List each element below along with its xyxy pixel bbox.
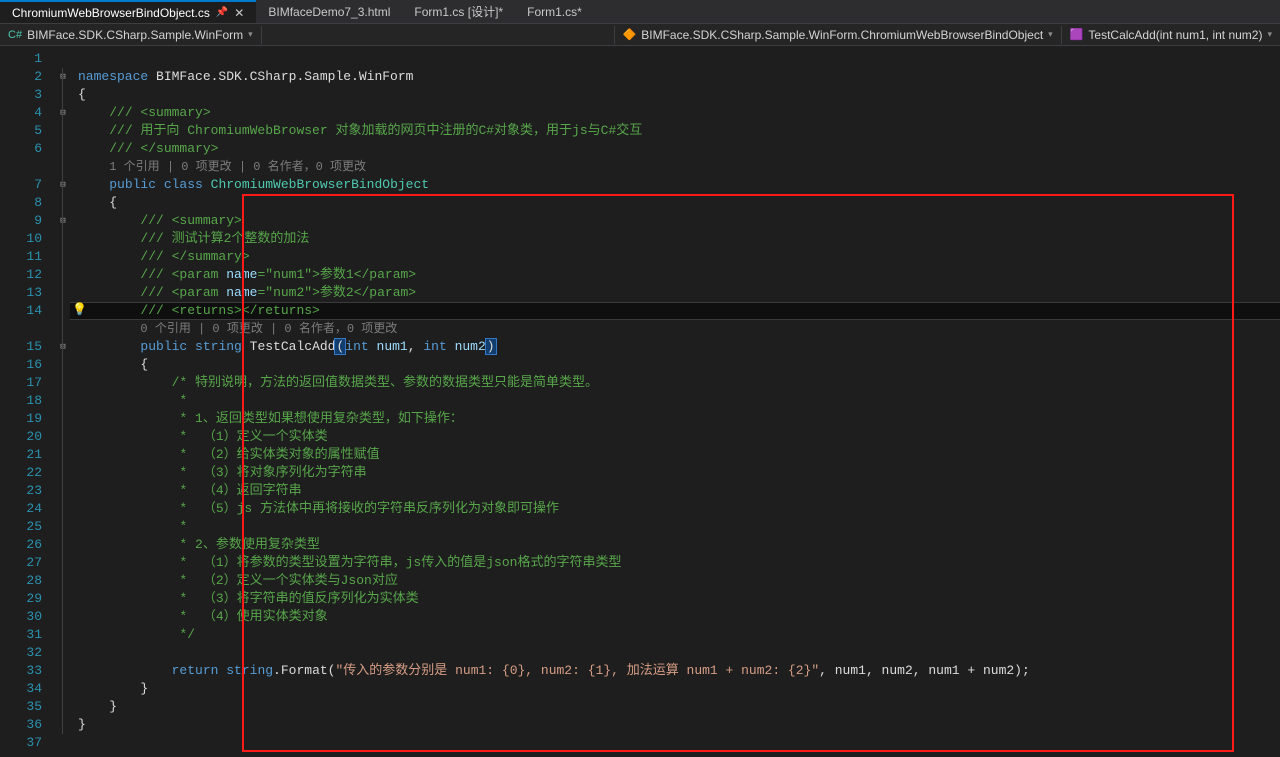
nav-label: BIMFace.SDK.CSharp.Sample.WinForm.Chromi…: [641, 28, 1043, 42]
nav-label: BIMFace.SDK.CSharp.Sample.WinForm: [27, 28, 243, 42]
close-icon[interactable]: ✕: [234, 6, 244, 20]
codelens[interactable]: 0 个引用 | 0 项更改 | 0 名作者，0 项更改: [140, 322, 397, 336]
nav-method[interactable]: 🟪 TestCalcAdd(int num1, int num2) ▾: [1061, 26, 1280, 44]
method-icon: 🟪: [1070, 28, 1084, 41]
chevron-down-icon: ▾: [248, 29, 253, 40]
tab-file-2[interactable]: BIMfaceDemo7_3.html: [256, 0, 402, 23]
chevron-down-icon: ▾: [1048, 29, 1053, 40]
chevron-down-icon: ▾: [1267, 29, 1272, 40]
code-editor[interactable]: 💡 123 456 78 91011 121314 1516 171819 20…: [0, 46, 1280, 757]
fold-icon[interactable]: ⊟: [56, 212, 70, 230]
codelens[interactable]: 1 个引用 | 0 项更改 | 0 名作者，0 项更改: [109, 160, 366, 174]
tab-file-4[interactable]: Form1.cs*: [515, 0, 594, 23]
fold-gutter: ⊟ ⊟ ⊟ ⊟ ⊟: [56, 46, 70, 757]
fold-icon[interactable]: ⊟: [56, 68, 70, 86]
class-icon: 🔶: [623, 28, 637, 41]
tab-bar: ChromiumWebBrowserBindObject.cs 📌 ✕ BIMf…: [0, 0, 1280, 24]
fold-icon[interactable]: ⊟: [56, 338, 70, 356]
tab-label: BIMfaceDemo7_3.html: [268, 5, 390, 19]
nav-class[interactable]: 🔶 BIMFace.SDK.CSharp.Sample.WinForm.Chro…: [614, 26, 1061, 44]
lightbulb-icon[interactable]: 💡: [72, 302, 87, 317]
nav-label: TestCalcAdd(int num1, int num2): [1088, 28, 1262, 42]
pin-icon[interactable]: 📌: [216, 7, 228, 18]
fold-icon[interactable]: ⊟: [56, 104, 70, 122]
tab-file-1[interactable]: ChromiumWebBrowserBindObject.cs 📌 ✕: [0, 0, 256, 23]
tab-label: Form1.cs [设计]*: [414, 3, 503, 20]
tab-label: Form1.cs*: [527, 5, 582, 19]
fold-icon[interactable]: ⊟: [56, 176, 70, 194]
tab-file-3[interactable]: Form1.cs [设计]*: [402, 0, 515, 23]
csharp-icon: C#: [8, 29, 22, 41]
code-area[interactable]: namespace BIMFace.SDK.CSharp.Sample.WinF…: [70, 46, 1280, 757]
breadcrumb-nav: C# BIMFace.SDK.CSharp.Sample.WinForm ▾ 🔶…: [0, 24, 1280, 46]
nav-namespace[interactable]: C# BIMFace.SDK.CSharp.Sample.WinForm ▾: [0, 26, 262, 44]
tab-label: ChromiumWebBrowserBindObject.cs: [12, 6, 210, 20]
line-gutter: 123 456 78 91011 121314 1516 171819 2021…: [0, 46, 56, 757]
